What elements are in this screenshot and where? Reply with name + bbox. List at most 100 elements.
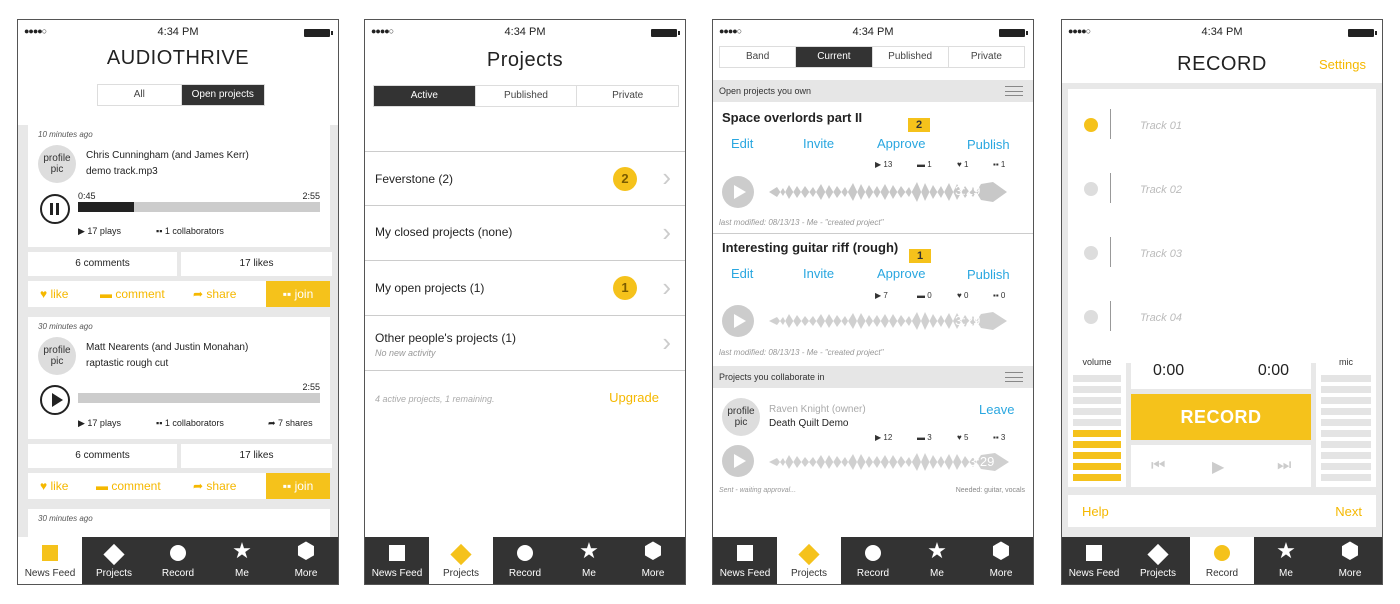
track-row[interactable]: Track 04 [1068,286,1376,350]
segment-active[interactable]: Active [374,86,476,106]
segment-private[interactable]: Private [949,47,1024,67]
feed-list[interactable]: 10 minutes ago profile pic Chris Cunning… [18,125,338,549]
menu-icon[interactable] [1005,372,1023,382]
tab-more[interactable]: ⬢ More [274,537,338,584]
comments-count[interactable]: 6 comments [28,444,177,468]
comment-button[interactable]: ▬ comment [100,287,165,301]
tab-more[interactable]: ⬢ More [969,537,1033,584]
battery-icon [1348,29,1377,37]
track-row[interactable]: Track 01 [1068,94,1376,158]
tab-record[interactable]: Record [493,537,557,584]
segment-band[interactable]: Band [720,47,797,67]
comments-count: ▬ 3 [917,433,932,442]
play-button[interactable] [722,176,754,208]
project-row-feverstone[interactable]: Feverstone (2) 2 › [365,152,685,206]
segment-private[interactable]: Private [577,86,678,106]
play-icon[interactable]: ▶ [1212,457,1224,477]
record-button[interactable]: RECORD [1131,394,1311,440]
tab-news-feed[interactable]: News Feed [713,537,777,584]
approve-link[interactable]: Approve [877,136,925,151]
meter-segment [1073,474,1121,481]
tab-record[interactable]: Record [841,537,905,584]
post-file: raptastic rough cut [86,358,169,369]
help-link[interactable]: Help [1082,504,1109,519]
share-button[interactable]: ➦ share [193,287,236,301]
tab-me[interactable]: ★ Me [557,537,621,584]
pause-button[interactable] [40,194,70,224]
play-button[interactable] [722,445,754,477]
track-armed-indicator[interactable] [1084,118,1098,132]
post-author[interactable]: Chris Cunningham (and James Kerr) [86,150,249,161]
avatar[interactable]: profile pic [722,398,760,436]
comments-count[interactable]: 6 comments [28,252,177,276]
publish-link[interactable]: Publish [967,267,1010,282]
tab-me[interactable]: ★ Me [905,537,969,584]
project-title[interactable]: Space overlords part II [722,110,862,125]
comment-button[interactable]: ▬ comment [96,479,161,493]
tab-record[interactable]: Record [1190,537,1254,584]
tab-record[interactable]: Record [146,537,210,584]
skip-forward-icon[interactable]: ⏭ [1277,457,1291,475]
track-row[interactable]: Track 03 [1068,222,1376,286]
track-armed-indicator[interactable] [1084,182,1098,196]
leave-link[interactable]: Leave [979,402,1014,417]
track-armed-indicator[interactable] [1084,246,1098,260]
segment-published[interactable]: Published [476,86,578,106]
approve-link[interactable]: Approve [877,266,925,281]
project-row-open[interactable]: My open projects (1) 1 › [365,262,685,316]
progress-bar[interactable] [78,202,320,212]
tab-projects[interactable]: Projects [429,537,493,584]
tab-me[interactable]: ★ Me [1254,537,1318,584]
join-button[interactable]: ▪▪ join [266,473,330,499]
tab-more[interactable]: ⬢ More [621,537,685,584]
track-name: Track 02 [1140,184,1182,196]
segment-current[interactable]: Current [796,47,873,67]
likes-count[interactable]: 17 likes [181,252,332,276]
project-row-others[interactable]: Other people's projects (1) No new activ… [365,317,685,371]
tab-projects[interactable]: Projects [82,537,146,584]
track-armed-indicator[interactable] [1084,310,1098,324]
mic-meter[interactable]: mic [1316,351,1376,487]
avatar[interactable]: profile pic [38,145,76,183]
total-time: 0:00 [1257,362,1289,379]
post-author[interactable]: Matt Nearents (and Justin Monahan) [86,342,248,353]
avatar[interactable]: profile pic [38,337,76,375]
segment-published[interactable]: Published [873,47,949,67]
battery-icon [651,29,680,37]
next-link[interactable]: Next [1335,504,1362,519]
skip-back-icon[interactable]: ⏮ [1151,457,1165,475]
tab-news-feed[interactable]: News Feed [1062,537,1126,584]
edit-link[interactable]: Edit [731,136,753,151]
project-title[interactable]: Interesting guitar riff (rough) [722,240,898,255]
publish-link[interactable]: Publish [967,137,1010,152]
play-icon [52,393,63,407]
like-button[interactable]: ♥ like [40,479,68,493]
track-row[interactable]: Track 02 [1068,158,1376,222]
tab-me[interactable]: ★ Me [210,537,274,584]
upgrade-link[interactable]: Upgrade [609,390,659,405]
likes-count[interactable]: 17 likes [181,444,332,468]
tab-projects[interactable]: Projects [1126,537,1190,584]
join-button[interactable]: ▪▪ join [266,281,330,307]
project-row-closed[interactable]: My closed projects (none) › [365,207,685,261]
play-button[interactable] [722,305,754,337]
share-button[interactable]: ➦ share [193,479,236,493]
menu-icon[interactable] [1005,86,1023,96]
tab-news-feed[interactable]: News Feed [365,537,429,584]
invite-link[interactable]: Invite [803,266,834,281]
project-title[interactable]: Death Quilt Demo [769,418,848,429]
tab-projects[interactable]: Projects [777,537,841,584]
volume-meter[interactable]: volume [1068,351,1126,487]
segment-all[interactable]: All [98,85,182,105]
edit-link[interactable]: Edit [731,266,753,281]
notification-badge: 2 [613,167,637,191]
tab-more[interactable]: ⬢ More [1318,537,1382,584]
progress-bar[interactable] [78,393,320,403]
settings-link[interactable]: Settings [1319,57,1366,72]
segment-open-projects[interactable]: Open projects [181,85,264,105]
tab-news-feed[interactable]: News Feed [18,537,82,584]
post-time: 30 minutes ago [38,322,93,331]
like-button[interactable]: ♥ like [40,287,68,301]
invite-link[interactable]: Invite [803,136,834,151]
play-button[interactable] [40,385,70,415]
